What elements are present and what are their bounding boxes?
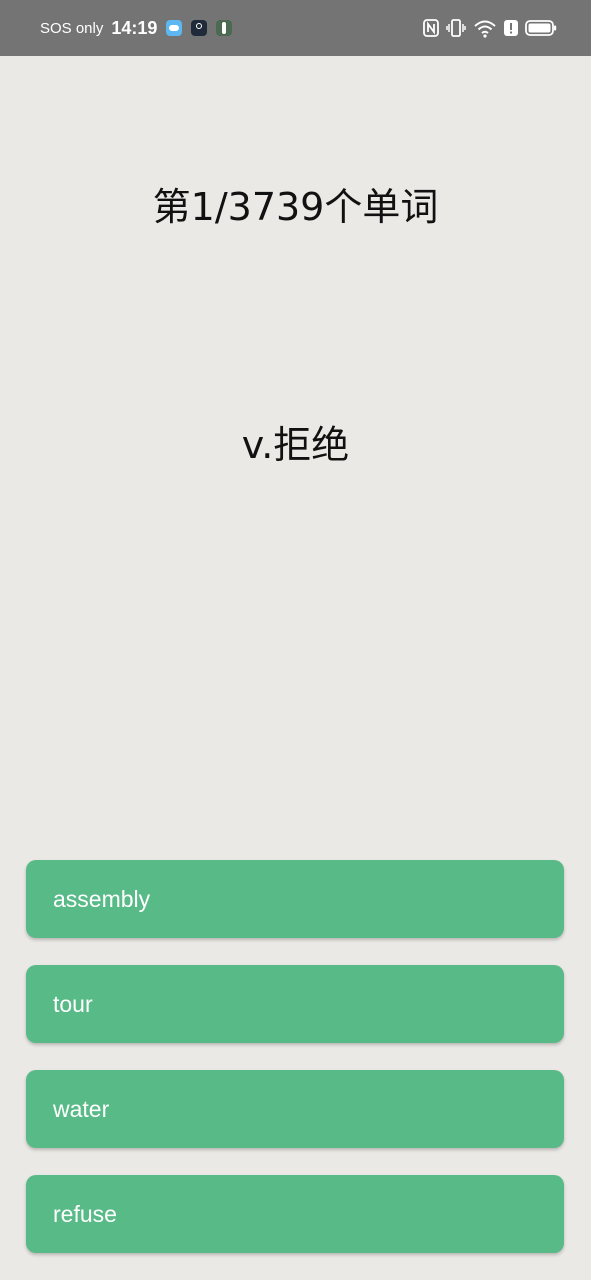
location-app-icon: [191, 20, 208, 36]
carrier-status: SOS only: [40, 19, 104, 37]
nfc-icon: [423, 19, 439, 37]
status-bar: SOS only 14:19: [0, 0, 591, 56]
alert-icon: [504, 19, 518, 37]
vibrate-icon: [446, 18, 466, 38]
answer-options: assembly tour water refuse: [26, 860, 564, 1280]
wifi-6-icon: [473, 18, 497, 38]
clock: 14:19: [111, 17, 158, 38]
answer-option-button[interactable]: water: [26, 1070, 564, 1148]
answer-option-button[interactable]: refuse: [26, 1175, 564, 1253]
answer-option-button[interactable]: tour: [26, 965, 564, 1043]
battery-icon: [525, 19, 557, 37]
word-definition: v.拒绝: [241, 423, 350, 467]
status-bar-right: [423, 18, 557, 38]
person-app-icon: [216, 20, 233, 36]
weather-app-icon: [166, 20, 183, 36]
answer-option-button[interactable]: assembly: [26, 860, 564, 938]
word-progress-title: 第1/3739个单词: [152, 185, 439, 229]
status-bar-left: SOS only 14:19: [40, 17, 233, 39]
